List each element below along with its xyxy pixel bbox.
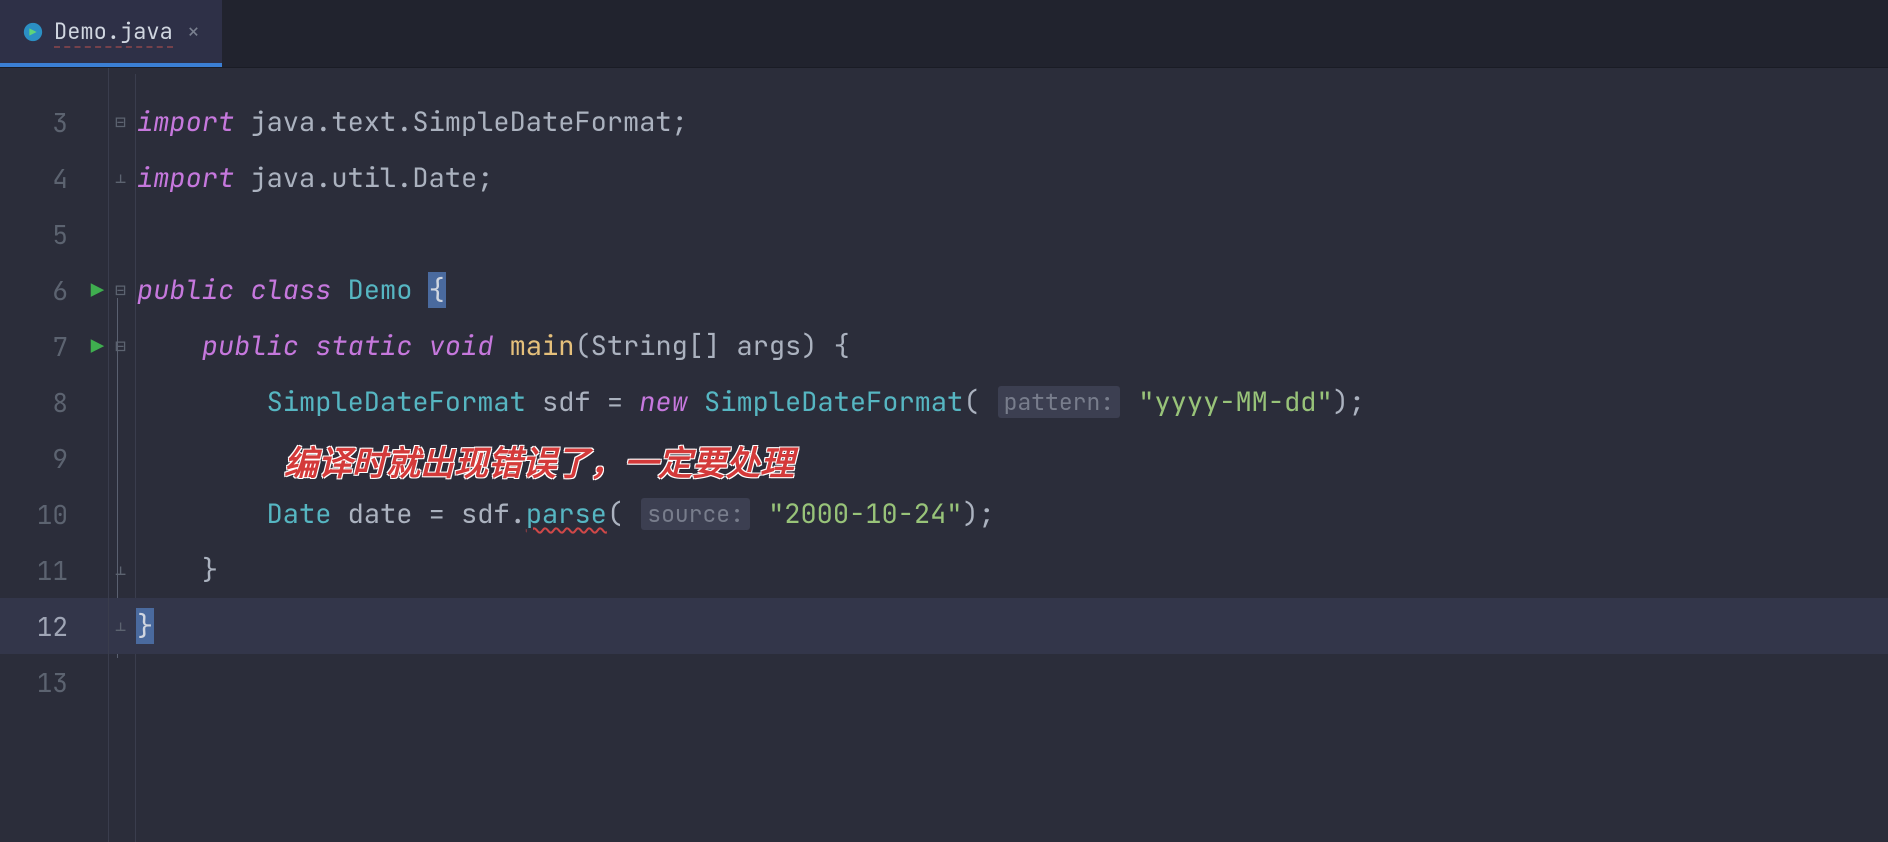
java-file-icon [22, 21, 44, 43]
code-line: ⊟ public static void main(String[] args)… [109, 318, 1888, 374]
line-number: 6▶ [0, 262, 108, 318]
code-line: ⊥ } [109, 542, 1888, 598]
code-content[interactable]: ⊟ import java.text.SimpleDateFormat; ⊥ i… [108, 68, 1888, 842]
line-number [0, 74, 108, 94]
inlay-hint: pattern: [998, 386, 1120, 418]
user-annotation: 编译时就出现错误了，一定要处理 [284, 436, 794, 485]
error-underline[interactable]: parse [526, 496, 607, 532]
file-tab[interactable]: Demo.java × [0, 0, 222, 67]
line-number: 9 [0, 430, 108, 486]
line-number: 12 [0, 598, 108, 654]
caret-highlight: { [428, 272, 446, 308]
line-number-gutter: 3 4 5 6▶ 7▶ 8 9 10 11 12 13 [0, 68, 108, 842]
fold-end-icon[interactable]: ⊥ [115, 559, 126, 582]
code-line: ⊥ import java.util.Date; [109, 150, 1888, 206]
line-number: 11 [0, 542, 108, 598]
code-line: 编译时就出现错误了，一定要处理 [109, 430, 1888, 486]
run-gutter-icon[interactable]: ▶ [91, 276, 104, 305]
code-editor[interactable]: 3 4 5 6▶ 7▶ 8 9 10 11 12 13 ⊟ import jav… [0, 68, 1888, 842]
fold-icon[interactable]: ⊟ [115, 111, 126, 134]
tab-bar: Demo.java × [0, 0, 1888, 68]
line-number: 10 [0, 486, 108, 542]
caret-match-brace: } [136, 608, 154, 644]
line-number: 8 [0, 374, 108, 430]
inlay-hint: source: [641, 498, 750, 530]
tab-filename: Demo.java [54, 17, 173, 46]
fold-icon[interactable]: ⊟ [115, 335, 126, 358]
run-gutter-icon[interactable]: ▶ [91, 332, 104, 361]
fold-icon[interactable]: ⊟ [115, 279, 126, 302]
line-number: 3 [0, 94, 108, 150]
code-line: ⊟ import java.text.SimpleDateFormat; [109, 94, 1888, 150]
fold-end-icon[interactable]: ⊥ [115, 167, 126, 190]
line-number: 13 [0, 654, 108, 710]
line-number: 7▶ [0, 318, 108, 374]
code-line: ⊟ public class Demo { [109, 262, 1888, 318]
code-line [109, 206, 1888, 262]
line-number: 5 [0, 206, 108, 262]
fold-end-icon[interactable]: ⊥ [115, 615, 126, 638]
code-line: Date date = sdf.parse( source: "2000-10-… [109, 486, 1888, 542]
code-line: SimpleDateFormat sdf = new SimpleDateFor… [109, 374, 1888, 430]
close-tab-icon[interactable]: × [187, 17, 200, 46]
code-line [109, 654, 1888, 710]
line-number: 4 [0, 150, 108, 206]
code-line [109, 74, 1888, 94]
code-line: ⊥ } [109, 598, 1888, 654]
